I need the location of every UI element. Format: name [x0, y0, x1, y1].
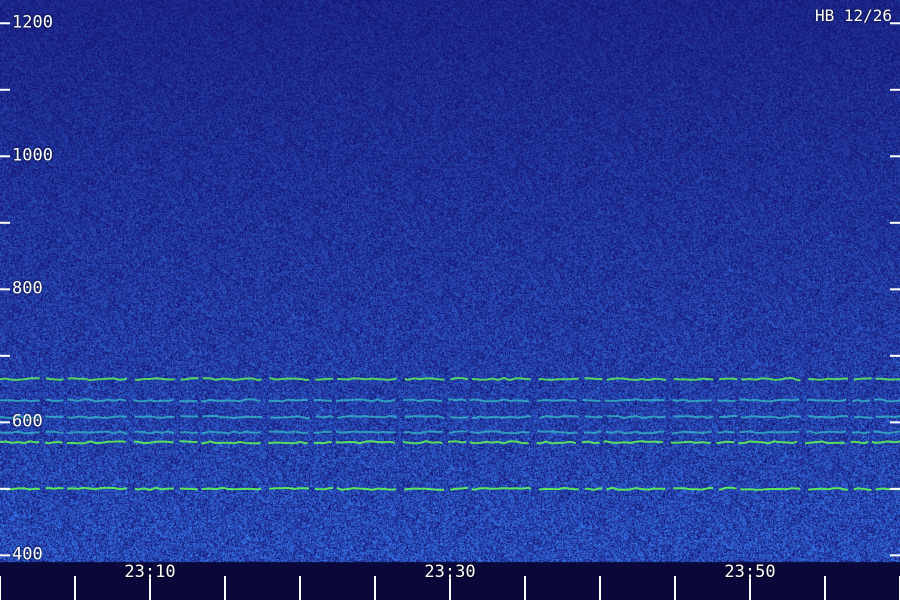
spectrogram-display: HB 12/26 1200 1000 800 600 400 23:10 23:30 23:5… [0, 0, 900, 600]
date-stamp: HB 12/26 [814, 6, 892, 25]
x-tick-label: 23:30 [424, 562, 476, 582]
x-tick-label: 23:50 [724, 562, 776, 582]
spectrogram-plot [0, 0, 900, 600]
noise-background [0, 0, 900, 600]
y-tick-label: 600 [12, 411, 43, 432]
y-tick-label: 1200 [12, 12, 53, 33]
x-tick-label: 23:10 [124, 562, 176, 582]
y-tick-label: 800 [12, 278, 43, 299]
y-tick-label: 1000 [12, 145, 53, 166]
y-tick-label: 400 [12, 544, 43, 565]
